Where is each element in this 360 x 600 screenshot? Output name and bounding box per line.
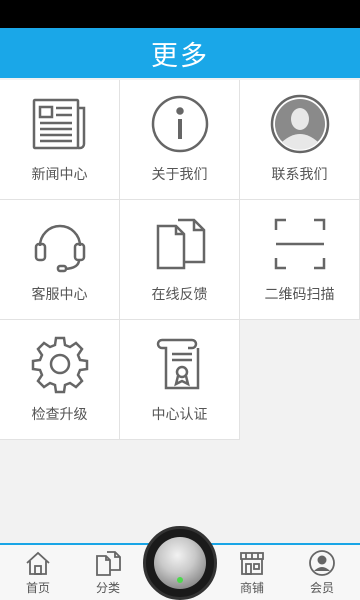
documents-icon [156, 218, 205, 270]
grid-item-label: 二维码扫描 [264, 287, 335, 303]
grid-item-upgrade[interactable]: 检查升级 [0, 320, 120, 440]
tab-shop-label: 商铺 [239, 581, 264, 595]
grid-item-contact[interactable]: 联系我们 [240, 80, 360, 200]
grid-item-label: 客服中心 [31, 287, 88, 303]
grid-empty-cell [240, 320, 360, 440]
home-icon [26, 551, 50, 575]
grid-item-news[interactable]: 新闻中心 [0, 80, 120, 200]
gear-icon [31, 336, 88, 394]
tab-shop[interactable]: 商铺 [222, 549, 282, 600]
newspaper-icon [32, 98, 85, 150]
category-docs-icon [96, 551, 121, 576]
grid-item-about[interactable]: 关于我们 [120, 80, 240, 200]
grid-item-qr-scan[interactable]: 二维码扫描 [240, 200, 360, 320]
member-avatar-icon [309, 550, 335, 576]
grid-item-label: 关于我们 [151, 167, 208, 183]
title-bar: 更多 [0, 28, 360, 78]
status-bar [0, 0, 360, 28]
grid-item-certification[interactable]: 中心认证 [120, 320, 240, 440]
certificate-scroll-icon [156, 338, 199, 390]
grid-item-service[interactable]: 客服中心 [0, 200, 120, 320]
tab-category-label: 分类 [95, 581, 120, 595]
tab-member-label: 会员 [309, 581, 334, 595]
tab-home-label: 首页 [25, 581, 50, 595]
info-icon [151, 95, 208, 153]
grid-item-label: 新闻中心 [31, 167, 88, 183]
shop-icon [240, 552, 264, 575]
tab-category[interactable]: 分类 [78, 549, 138, 600]
tab-member[interactable]: 会员 [292, 549, 352, 600]
grid-item-label: 中心认证 [151, 407, 208, 423]
contact-person-icon [270, 94, 329, 154]
scan-frame-icon [274, 218, 325, 270]
tab-home[interactable]: 首页 [8, 549, 68, 600]
grid-item-label: 在线反馈 [151, 287, 208, 303]
grid-item-label: 检查升级 [31, 407, 88, 423]
center-knob [154, 537, 206, 589]
grid-item-feedback[interactable]: 在线反馈 [120, 200, 240, 320]
menu-grid: 新闻中心 关于我们 联系我们 客服中心 在线反馈 二维码扫描 检查升级 中心认证 [0, 80, 360, 440]
headset-icon [34, 224, 85, 273]
indicator-dot [177, 577, 183, 583]
grid-item-label: 联系我们 [271, 167, 328, 183]
page-title: 更多 [151, 40, 209, 72]
center-home-button[interactable] [143, 526, 217, 600]
